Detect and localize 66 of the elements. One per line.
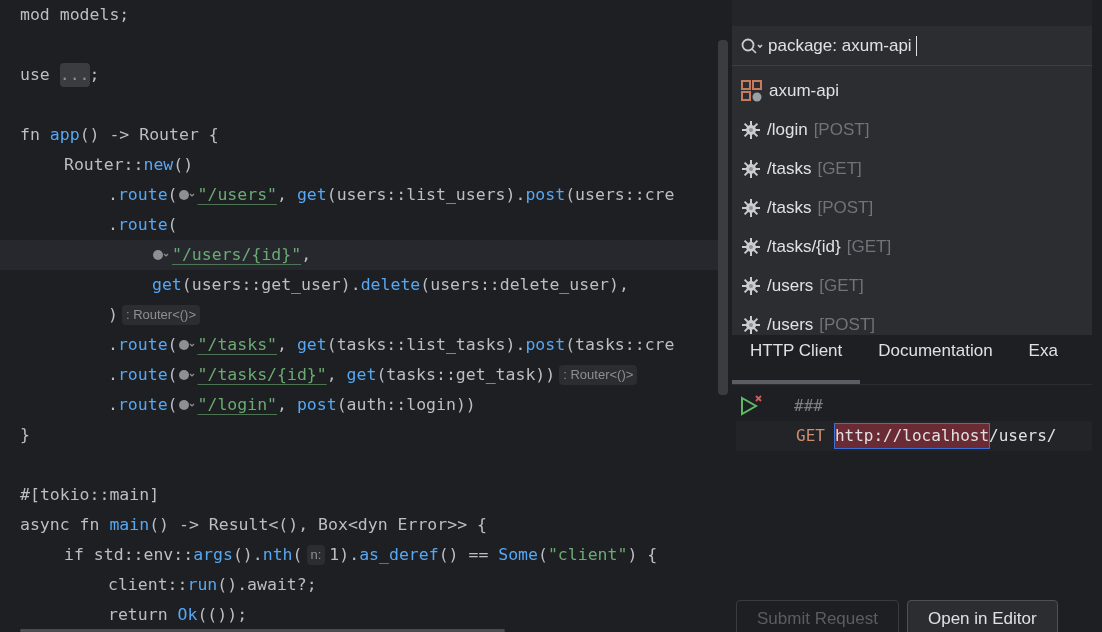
code-text: if std::env::args().nth( [64, 543, 303, 566]
code-text: ) [108, 303, 118, 326]
result-item[interactable]: axum-api [732, 71, 1092, 110]
code-text: Router::new() [64, 153, 194, 176]
globe-icon[interactable] [152, 249, 170, 261]
inlay-hint: : Router<()> [121, 305, 201, 325]
tab[interactable]: HTTP Client [732, 334, 861, 384]
text-cursor [915, 35, 918, 56]
search-text: package: axum-api [768, 34, 912, 57]
gear-icon [741, 275, 761, 296]
code-text: mod models; [20, 3, 130, 26]
code-text: .route( [108, 393, 178, 416]
code-text: } [20, 423, 30, 446]
result-item[interactable]: /users [GET] [732, 266, 1092, 305]
http-method: GET [796, 425, 825, 447]
code-text: get(users::get_user).delete(users::delete_user), [152, 273, 629, 296]
code-text: , post(auth::login)) [277, 393, 476, 416]
gear-icon [741, 119, 761, 140]
code-text: .route( [108, 213, 178, 236]
gear-icon [741, 236, 761, 257]
globe-icon[interactable] [177, 399, 196, 411]
url-path: /users/ [989, 425, 1057, 447]
globe-icon[interactable] [177, 339, 196, 351]
gear-icon [741, 314, 761, 335]
gear-icon [741, 158, 761, 179]
code-text: fn app() -> Router { [20, 123, 219, 146]
action-button[interactable]: Open in Editor [906, 600, 1058, 632]
tab[interactable]: Documentation [860, 334, 1011, 384]
result-item[interactable]: /tasks [GET] [732, 149, 1092, 188]
globe-icon[interactable] [177, 189, 196, 201]
run-icon[interactable] [740, 395, 764, 417]
code-text: return Ok(()); [108, 603, 248, 626]
gear-icon [741, 197, 761, 218]
result-item[interactable]: /login [POST] [732, 110, 1092, 149]
route-path[interactable]: "/login" [197, 392, 278, 418]
result-item[interactable]: /tasks [POST] [732, 188, 1092, 227]
code-text: ; [89, 63, 100, 86]
code-text: 1).as_deref() == Some("client") { [329, 543, 658, 566]
search-field[interactable]: package: axum-api [732, 26, 1092, 66]
code-text: .route( [108, 333, 178, 356]
code-text: , get(users::list_users).post(users::cre [277, 183, 675, 206]
code-text: use [20, 63, 51, 86]
code-text: .route( [108, 183, 178, 206]
selected-host: http://localhost [834, 424, 990, 448]
code-text: , [301, 243, 312, 266]
vertical-scrollbar[interactable] [718, 40, 728, 395]
route-path[interactable]: "/tasks" [197, 332, 278, 358]
code-text: async fn main() -> Result<(), Box<dyn Error>> { [20, 513, 487, 536]
request-separator: ### [794, 395, 823, 417]
route-path[interactable]: "/users" [197, 182, 278, 208]
horizontal-scrollbar[interactable] [20, 629, 505, 632]
code-text: #[tokio::main] [20, 483, 160, 506]
globe-icon[interactable] [177, 369, 196, 381]
tab[interactable]: Exa [1010, 334, 1076, 384]
code-text: , get(tasks::list_tasks).post(tasks::cre [277, 333, 675, 356]
code-text: .route( [108, 363, 178, 386]
route-path[interactable]: "/tasks/{id}" [197, 362, 327, 388]
result-item[interactable]: /users [POST] [732, 305, 1092, 335]
code-text: client::run().await?; [108, 573, 317, 596]
route-path[interactable]: "/users/{id}" [172, 242, 302, 268]
search-icon [740, 36, 764, 55]
package-icon [741, 79, 763, 102]
inlay-hint: : Router<()> [559, 365, 638, 385]
code-text: , get(tasks::get_task)) [326, 363, 556, 386]
result-item[interactable]: /tasks/{id} [GET] [732, 227, 1092, 266]
inlay-hint: n: [306, 545, 326, 565]
